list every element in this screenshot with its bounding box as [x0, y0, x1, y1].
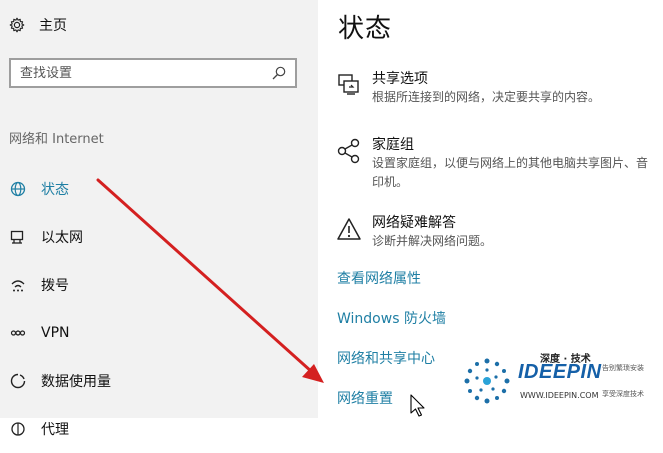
home-nav-item[interactable]: 主页	[9, 14, 67, 36]
option-description-line2: 印机。	[372, 175, 409, 189]
sidebar-item-label: 状态	[41, 182, 69, 198]
nav-group-heading: 网络和 Internet	[9, 132, 104, 147]
option-title: 家庭组	[372, 137, 414, 153]
search-icon[interactable]	[271, 65, 287, 81]
sidebar-item-status[interactable]: 状态	[0, 165, 318, 213]
network-sharing-center-link[interactable]: 网络和共享中心	[337, 348, 435, 368]
search-input[interactable]	[11, 65, 271, 81]
sidebar-item-proxy[interactable]: 代理	[0, 405, 318, 453]
watermark-url: WWW.IDEEPIN.COM	[520, 391, 599, 400]
home-label: 主页	[39, 18, 67, 34]
option-description: 诊断并解决网络问题。	[372, 234, 493, 248]
sharing-icon	[338, 74, 359, 95]
mouse-pointer-icon	[410, 394, 425, 417]
warning-icon	[337, 218, 361, 240]
globe-icon	[9, 180, 27, 198]
sharing-options-item[interactable]: 共享选项 根据所连接到的网络，决定要共享的内容。	[336, 70, 663, 107]
sidebar-item-dialup[interactable]: 拨号	[0, 261, 318, 309]
option-title: 共享选项	[372, 71, 428, 87]
watermark-brand: IDEEPIN	[518, 361, 602, 383]
option-description: 设置家庭组，以便与网络上的其他电脑共享图片、音	[372, 156, 649, 170]
option-title: 网络疑难解答	[372, 215, 456, 231]
view-network-properties-link[interactable]: 查看网络属性	[337, 268, 421, 288]
watermark: 深度 · 技术 IDEEPIN 告别繁琐安装 享受深度技术 WWW.IDEEPI…	[458, 346, 663, 418]
sidebar-item-label: 数据使用量	[41, 374, 111, 390]
sidebar: 主页 网络和 Internet 状态 以太网 拨号	[0, 0, 318, 438]
sidebar-item-data-usage[interactable]: 数据使用量	[0, 357, 318, 405]
proxy-icon	[9, 420, 27, 438]
settings-search-box	[9, 58, 297, 88]
troubleshooter-item[interactable]: 网络疑难解答 诊断并解决网络问题。	[336, 214, 663, 251]
data-usage-icon	[9, 372, 27, 390]
sidebar-item-label: VPN	[41, 325, 70, 341]
sidebar-nav: 状态 以太网 拨号 VPN 数据使用量 代理	[0, 165, 318, 453]
gear-icon	[9, 17, 25, 33]
sidebar-item-ethernet[interactable]: 以太网	[0, 213, 318, 261]
homegroup-icon	[337, 138, 360, 164]
page-title: 状态	[338, 14, 393, 44]
homegroup-item[interactable]: 家庭组 设置家庭组，以便与网络上的其他电脑共享图片、音 印机。	[336, 136, 663, 192]
sidebar-item-vpn[interactable]: VPN	[0, 309, 318, 357]
sidebar-item-label: 代理	[41, 422, 69, 438]
deepin-logo-icon	[464, 358, 510, 404]
vpn-icon	[9, 324, 27, 342]
watermark-slogan-1: 告别繁琐安装	[602, 364, 644, 372]
ethernet-icon	[9, 228, 27, 246]
windows-firewall-link[interactable]: Windows 防火墙	[337, 308, 446, 328]
dialup-icon	[9, 276, 27, 294]
network-reset-link[interactable]: 网络重置	[337, 388, 393, 408]
sidebar-item-label: 以太网	[41, 230, 83, 246]
option-description: 根据所连接到的网络，决定要共享的内容。	[372, 90, 601, 104]
watermark-slogan-2: 享受深度技术	[602, 390, 644, 398]
sidebar-item-label: 拨号	[41, 278, 69, 294]
